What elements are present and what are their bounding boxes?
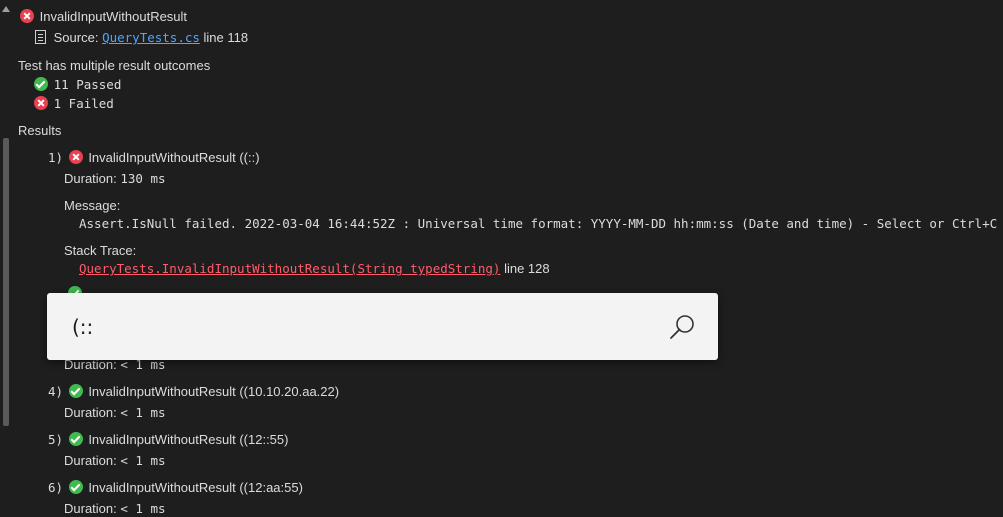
passed-summary: 11 Passed (34, 77, 121, 92)
failed-status-icon (34, 96, 48, 110)
scroll-up-arrow-icon[interactable] (2, 6, 10, 12)
result-item-5: 5) InvalidInputWithoutResult ((12::55) (48, 432, 288, 447)
duration-row: Duration: 130 ms (64, 171, 166, 186)
duration-label: Duration: (64, 171, 117, 186)
source-line: line 118 (203, 30, 249, 45)
duration-label: Duration: (64, 501, 117, 516)
source-label: Source: (53, 30, 99, 45)
duration-value: < 1 ms (120, 405, 166, 420)
scroll-thumb[interactable] (3, 138, 9, 426)
passed-status-icon (68, 384, 83, 398)
result-name: InvalidInputWithoutResult ((::) (88, 150, 260, 165)
stack-trace-row: QueryTests.InvalidInputWithoutResult(Str… (79, 261, 550, 276)
duration-value: 130 ms (120, 171, 166, 186)
result-index: 1) (48, 150, 64, 165)
result-index: 6) (48, 480, 64, 495)
duration-row: Duration: < 1 ms (64, 501, 166, 516)
result-name: InvalidInputWithoutResult ((12:aa:55) (88, 480, 303, 495)
message-label: Message: (64, 198, 121, 213)
result-index: 4) (48, 384, 64, 399)
test-title-row: InvalidInputWithoutResult (20, 9, 187, 24)
source-row: Source: QueryTests.cs line 118 (35, 30, 248, 45)
duration-label: Duration: (64, 405, 117, 420)
test-name: InvalidInputWithoutResult (39, 9, 188, 24)
duration-value: < 1 ms (120, 501, 166, 516)
search-box[interactable]: (:: (47, 293, 718, 360)
passed-count: 11 Passed (53, 77, 122, 92)
result-item-4: 4) InvalidInputWithoutResult ((10.10.20.… (48, 384, 339, 399)
stack-trace-label: Stack Trace: (64, 243, 137, 258)
passed-status-icon (68, 480, 83, 494)
result-name: InvalidInputWithoutResult ((10.10.20.aa.… (88, 384, 340, 399)
result-name: InvalidInputWithoutResult ((12::55) (88, 432, 289, 447)
results-heading: Results (18, 123, 62, 138)
message-text[interactable]: Assert.IsNull failed. 2022-03-04 16:44:5… (79, 216, 1003, 231)
stack-trace-link[interactable]: QueryTests.InvalidInputWithoutResult(Str… (79, 261, 500, 276)
outcomes-heading: Test has multiple result outcomes (18, 58, 211, 73)
duration-value: < 1 ms (120, 453, 166, 468)
result-index: 5) (48, 432, 64, 447)
source-file-link[interactable]: QueryTests.cs (102, 30, 200, 45)
result-item-1: 1) InvalidInputWithoutResult ((::) (48, 150, 260, 165)
duration-label: Duration: (64, 453, 117, 468)
document-icon (35, 30, 46, 44)
stack-trace-line: line 128 (504, 261, 550, 276)
failed-count: 1 Failed (53, 96, 114, 111)
duration-row: Duration: < 1 ms (64, 405, 166, 420)
vertical-scrollbar[interactable] (0, 0, 12, 517)
result-item-6: 6) InvalidInputWithoutResult ((12:aa:55) (48, 480, 303, 495)
search-input[interactable]: (:: (72, 315, 93, 339)
duration-row: Duration: < 1 ms (64, 453, 166, 468)
failed-summary: 1 Failed (34, 96, 114, 111)
failed-status-icon (20, 9, 34, 23)
passed-status-icon (34, 77, 48, 91)
failed-status-icon (68, 150, 83, 164)
passed-status-icon (68, 432, 83, 446)
search-icon[interactable] (668, 313, 696, 341)
